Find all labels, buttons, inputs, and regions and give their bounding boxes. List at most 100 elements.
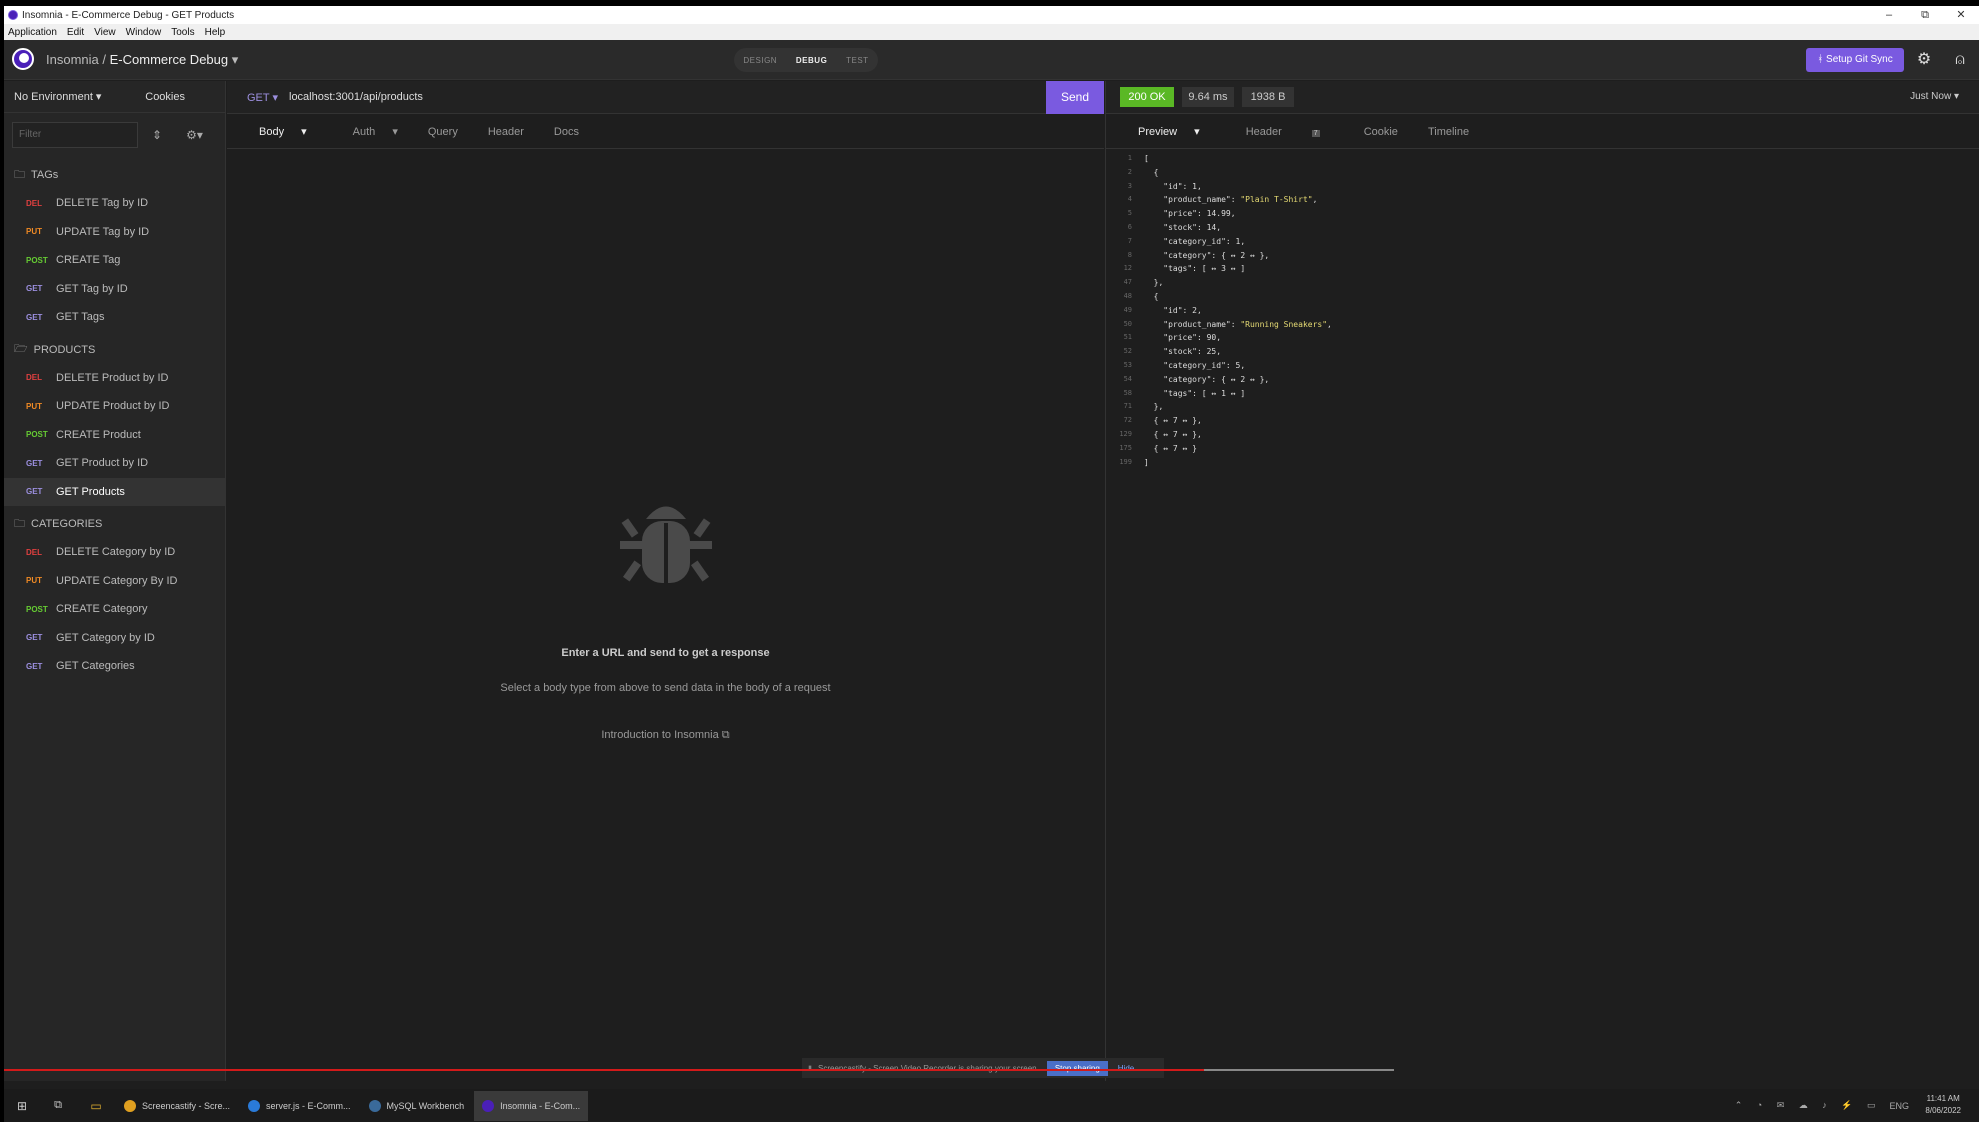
folder-icon: 🗀	[14, 168, 25, 181]
tab-debug[interactable]: DEBUG	[796, 56, 827, 65]
response-status-bar: 200 OK 9.64 ms 1938 B Just Now ▾	[1106, 81, 1979, 114]
tab-body[interactable]: Body ▾	[243, 125, 307, 138]
line-text: {	[1144, 167, 1159, 177]
request-create-product[interactable]: POST CREATE Product	[4, 421, 225, 450]
chevron-down-icon[interactable]: ▾	[232, 52, 239, 67]
hide-banner-button[interactable]: Hide	[1118, 1064, 1134, 1073]
method-badge: POST	[26, 430, 48, 440]
account-icon[interactable]: ⍝	[1950, 50, 1970, 70]
method-badge: POST	[26, 255, 48, 265]
request-delete-tag[interactable]: DEL DELETE Tag by ID	[4, 189, 225, 218]
taskbar-app-mysql[interactable]: MySQL Workbench	[361, 1091, 473, 1121]
chrome-icon	[124, 1099, 136, 1112]
sidebar: No Environment ▾ Cookies Filter ⇕ ⚙▾ 🗀 T…	[4, 81, 226, 1081]
gear-icon[interactable]: ⚙	[1914, 50, 1934, 70]
request-update-product[interactable]: PUT UPDATE Product by ID	[4, 392, 225, 421]
code-line: 53 "category_id": 5,	[1106, 359, 1979, 373]
request-get-product-by-id[interactable]: GET GET Product by ID	[4, 449, 225, 478]
line-number: 8	[1127, 250, 1132, 259]
tab-cookie[interactable]: Cookie	[1364, 126, 1398, 138]
request-create-category[interactable]: POST CREATE Category	[4, 595, 225, 624]
tab-body-label: Body	[259, 126, 285, 138]
tab-design[interactable]: DESIGN	[743, 56, 777, 65]
line-text: },	[1144, 278, 1164, 288]
menu-application[interactable]: Application	[8, 27, 57, 38]
request-delete-category[interactable]: DEL DELETE Category by ID	[4, 538, 225, 567]
send-button[interactable]: Send	[1046, 81, 1104, 114]
close-button[interactable]: ✕	[1943, 6, 1979, 24]
breadcrumb-app[interactable]: Insomnia	[46, 52, 99, 67]
windows-start-icon[interactable]: ⊞	[4, 1099, 40, 1113]
line-text: { ↔ 7 ↔ },	[1144, 416, 1202, 426]
code-line: 3 "id": 1,	[1106, 180, 1979, 194]
intro-link[interactable]: Introduction to Insomnia ⧉	[227, 729, 1104, 742]
language-indicator[interactable]: ENG	[1889, 1101, 1909, 1111]
tab-test[interactable]: TEST	[846, 56, 868, 65]
history-dropdown[interactable]: Just Now ▾	[1910, 91, 1959, 102]
method-badge: GET	[26, 284, 43, 294]
insomnia-logo-icon[interactable]	[12, 48, 34, 70]
request-get-categories[interactable]: GET GET Categories	[4, 652, 225, 681]
tab-auth-label: Auth	[352, 126, 376, 138]
request-get-category-by-id[interactable]: GET GET Category by ID	[4, 624, 225, 653]
tab-docs[interactable]: Docs	[554, 126, 579, 138]
response-json-viewer[interactable]: 1[2 {3 "id": 1, 4 "product_name": "Plain …	[1106, 152, 1979, 469]
menu-window[interactable]: Window	[126, 27, 162, 38]
restore-button[interactable]: ⧉	[1907, 6, 1943, 24]
minimize-button[interactable]: –	[1871, 6, 1907, 24]
breadcrumb-workspace[interactable]: E-Commerce Debug	[110, 52, 229, 67]
tab-header[interactable]: Header	[488, 126, 524, 138]
request-update-tag[interactable]: PUT UPDATE Tag by ID	[4, 218, 225, 247]
stop-sharing-button[interactable]: Stop sharing	[1046, 1060, 1108, 1076]
filter-row: Filter ⇕ ⚙▾	[4, 113, 225, 157]
folder-products[interactable]: 🗁 PRODUCTS	[4, 336, 225, 364]
request-update-category[interactable]: PUT UPDATE Category By ID	[4, 567, 225, 596]
environment-selector[interactable]: No Environment ▾	[14, 90, 101, 103]
menu-help[interactable]: Help	[205, 27, 226, 38]
folder-categories[interactable]: 🗀 CATEGORIES	[4, 510, 225, 538]
sort-icon[interactable]: ⇕	[152, 128, 162, 142]
environment-row: No Environment ▾ Cookies	[4, 81, 225, 113]
line-number: 4	[1127, 195, 1132, 204]
tray-icons[interactable]: ⌃ ◔ ✉ ☁ ♪ ⚡ ▭	[1735, 1100, 1882, 1111]
method-badge: PUT	[26, 576, 42, 586]
add-menu-icon[interactable]: ⚙▾	[186, 128, 203, 142]
request-get-tag-by-id[interactable]: GET GET Tag by ID	[4, 275, 225, 304]
taskbar-app-screencastify[interactable]: Screencastify - Scre...	[116, 1091, 238, 1121]
folder-tags[interactable]: 🗀 TAGs	[4, 161, 225, 189]
system-clock[interactable]: 11:41 AM 8/06/2022	[1925, 1093, 1961, 1117]
tab-preview[interactable]: Preview ▾	[1122, 125, 1200, 138]
cookies-button[interactable]: Cookies	[145, 91, 185, 103]
video-progress-bar[interactable]	[4, 1069, 1204, 1071]
request-tabs: Body ▾ Auth ▾ Query Header Docs	[227, 115, 1104, 149]
setup-git-sync-button[interactable]: ᚼ Setup Git Sync	[1806, 48, 1904, 72]
method-badge: GET	[26, 312, 43, 322]
request-delete-product[interactable]: DEL DELETE Product by ID	[4, 364, 225, 393]
taskbar-app-label: server.js - E-Comm...	[266, 1100, 351, 1111]
taskbar-app-vscode[interactable]: server.js - E-Comm...	[240, 1091, 359, 1121]
request-create-tag[interactable]: POST CREATE Tag	[4, 246, 225, 275]
tab-auth[interactable]: Auth ▾	[337, 125, 398, 138]
code-line: 54 "category": { ↔ 2 ↔ },	[1106, 373, 1979, 387]
request-label: CREATE Tag	[56, 254, 121, 267]
file-explorer-icon[interactable]: ▭	[76, 1099, 116, 1113]
menu-tools[interactable]: Tools	[171, 27, 194, 38]
method-selector[interactable]: GET ▾	[247, 91, 289, 104]
menu-view[interactable]: View	[94, 27, 116, 38]
method-badge: POST	[26, 604, 48, 614]
environment-label: No Environment	[14, 91, 93, 103]
pause-icon[interactable]: ⏸	[808, 1063, 812, 1073]
task-view-icon[interactable]: ⧉	[40, 1099, 76, 1112]
request-get-products[interactable]: GET GET Products	[4, 477, 225, 506]
tab-response-header[interactable]: Header 7	[1230, 126, 1334, 138]
filter-input[interactable]: Filter	[12, 122, 138, 148]
url-input[interactable]: localhost:3001/api/products	[289, 91, 423, 103]
tab-query[interactable]: Query	[428, 126, 458, 138]
request-label: GET Category by ID	[56, 631, 155, 644]
menu-edit[interactable]: Edit	[67, 27, 84, 38]
line-number: 58	[1123, 388, 1132, 397]
request-get-tags[interactable]: GET GET Tags	[4, 303, 225, 332]
taskbar-app-insomnia[interactable]: Insomnia - E-Com...	[474, 1090, 589, 1121]
tab-timeline[interactable]: Timeline	[1428, 126, 1469, 138]
line-number: 129	[1119, 429, 1132, 438]
